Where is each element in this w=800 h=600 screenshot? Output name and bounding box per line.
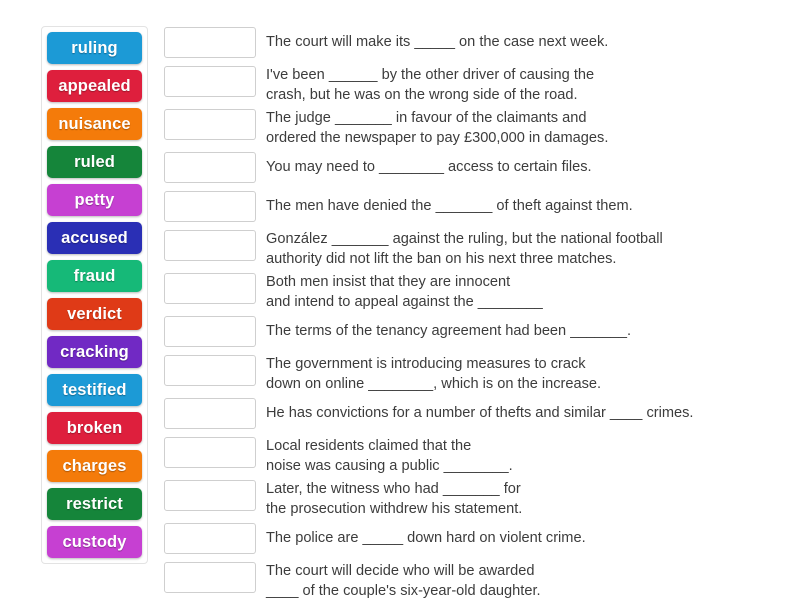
- word-tile[interactable]: ruling: [47, 32, 142, 64]
- answer-drop-box[interactable]: [164, 27, 256, 58]
- word-tile[interactable]: ruled: [47, 146, 142, 178]
- sentence-row: The terms of the tenancy agreement had b…: [164, 316, 784, 347]
- word-tile-label: accused: [61, 228, 128, 247]
- word-tile[interactable]: charges: [47, 450, 142, 482]
- sentence-row: I've been ______ by the other driver of …: [164, 66, 784, 105]
- word-bank-panel: ruling appealed nuisance ruled petty accused f…: [41, 26, 148, 564]
- answer-drop-box[interactable]: [164, 273, 256, 304]
- word-tile[interactable]: appealed: [47, 70, 142, 102]
- sentence-text: He has convictions for a number of theft…: [266, 405, 694, 421]
- sentence-row: The court will decide who will be awarde…: [164, 562, 784, 600]
- sentence-row: The court will make its _____ on the cas…: [164, 27, 784, 58]
- matching-exercise-page: ruling appealed nuisance ruled petty accused f…: [0, 0, 800, 600]
- word-tile-label: ruled: [74, 152, 115, 171]
- answer-drop-box[interactable]: [164, 66, 256, 97]
- sentence-text: The judge _______ in favour of the claim…: [266, 110, 609, 146]
- answer-drop-box[interactable]: [164, 152, 256, 183]
- word-tile[interactable]: petty: [47, 184, 142, 216]
- sentence-text: González _______ against the ruling, but…: [266, 231, 663, 267]
- word-tile-label: verdict: [67, 304, 122, 323]
- sentence-text: The government is introducing measures t…: [266, 356, 602, 392]
- word-tile-label: restrict: [66, 494, 123, 513]
- answer-drop-box[interactable]: [164, 437, 256, 468]
- sentence-text: I've been ______ by the other driver of …: [266, 67, 595, 103]
- answer-drop-box[interactable]: [164, 230, 256, 261]
- answer-drop-box[interactable]: [164, 523, 256, 554]
- sentence-text: The men have denied the _______ of theft…: [266, 198, 633, 214]
- sentence-text: Local residents claimed that the noise w…: [266, 438, 513, 474]
- sentence-text: You may need to ________ access to certa…: [266, 159, 592, 175]
- word-tile-label: nuisance: [58, 114, 131, 133]
- answer-drop-box[interactable]: [164, 191, 256, 222]
- word-tile-label: appealed: [58, 76, 131, 95]
- word-tile[interactable]: broken: [47, 412, 142, 444]
- word-tile-label: cracking: [60, 342, 129, 361]
- word-tile-label: charges: [62, 456, 127, 475]
- answer-drop-box[interactable]: [164, 398, 256, 429]
- word-tile-label: custody: [62, 532, 127, 551]
- word-tile[interactable]: cracking: [47, 336, 142, 368]
- sentence-text: The police are _____ down hard on violen…: [266, 530, 586, 546]
- word-tile[interactable]: fraud: [47, 260, 142, 292]
- word-tile[interactable]: restrict: [47, 488, 142, 520]
- sentence-text: The court will make its _____ on the cas…: [266, 34, 609, 50]
- sentence-row: González _______ against the ruling, but…: [164, 230, 784, 269]
- word-tile[interactable]: custody: [47, 526, 142, 558]
- word-tile-label: petty: [74, 190, 115, 209]
- word-tile-label: fraud: [73, 266, 116, 285]
- sentence-row: Both men insist that they are innocent a…: [164, 273, 784, 312]
- word-tile[interactable]: verdict: [47, 298, 142, 330]
- sentence-text: Both men insist that they are innocent a…: [266, 274, 543, 310]
- answer-drop-box[interactable]: [164, 109, 256, 140]
- word-tile[interactable]: accused: [47, 222, 142, 254]
- sentence-row: Later, the witness who had _______ for t…: [164, 480, 784, 519]
- sentence-row: The government is introducing measures t…: [164, 355, 784, 394]
- sentence-row: The men have denied the _______ of theft…: [164, 191, 784, 222]
- word-tile-label: broken: [66, 418, 123, 437]
- sentence-row: He has convictions for a number of theft…: [164, 398, 784, 429]
- answer-drop-box[interactable]: [164, 480, 256, 511]
- answer-drop-box[interactable]: [164, 355, 256, 386]
- answer-drop-box[interactable]: [164, 316, 256, 347]
- sentence-row: The judge _______ in favour of the claim…: [164, 109, 784, 148]
- word-tile[interactable]: testified: [47, 374, 142, 406]
- sentence-text: Later, the witness who had _______ for t…: [266, 481, 523, 517]
- sentence-row: Local residents claimed that the noise w…: [164, 437, 784, 476]
- word-tile-label: ruling: [71, 38, 118, 57]
- word-tile-label: testified: [62, 380, 127, 399]
- sentence-row: You may need to ________ access to certa…: [164, 152, 784, 183]
- sentence-row: The police are _____ down hard on violen…: [164, 523, 784, 554]
- sentence-text: The court will decide who will be awarde…: [266, 563, 541, 599]
- word-tile[interactable]: nuisance: [47, 108, 142, 140]
- sentence-text: The terms of the tenancy agreement had b…: [266, 323, 632, 339]
- answer-drop-box[interactable]: [164, 562, 256, 593]
- sentence-rows-list: The court will make its _____ on the cas…: [164, 27, 784, 600]
